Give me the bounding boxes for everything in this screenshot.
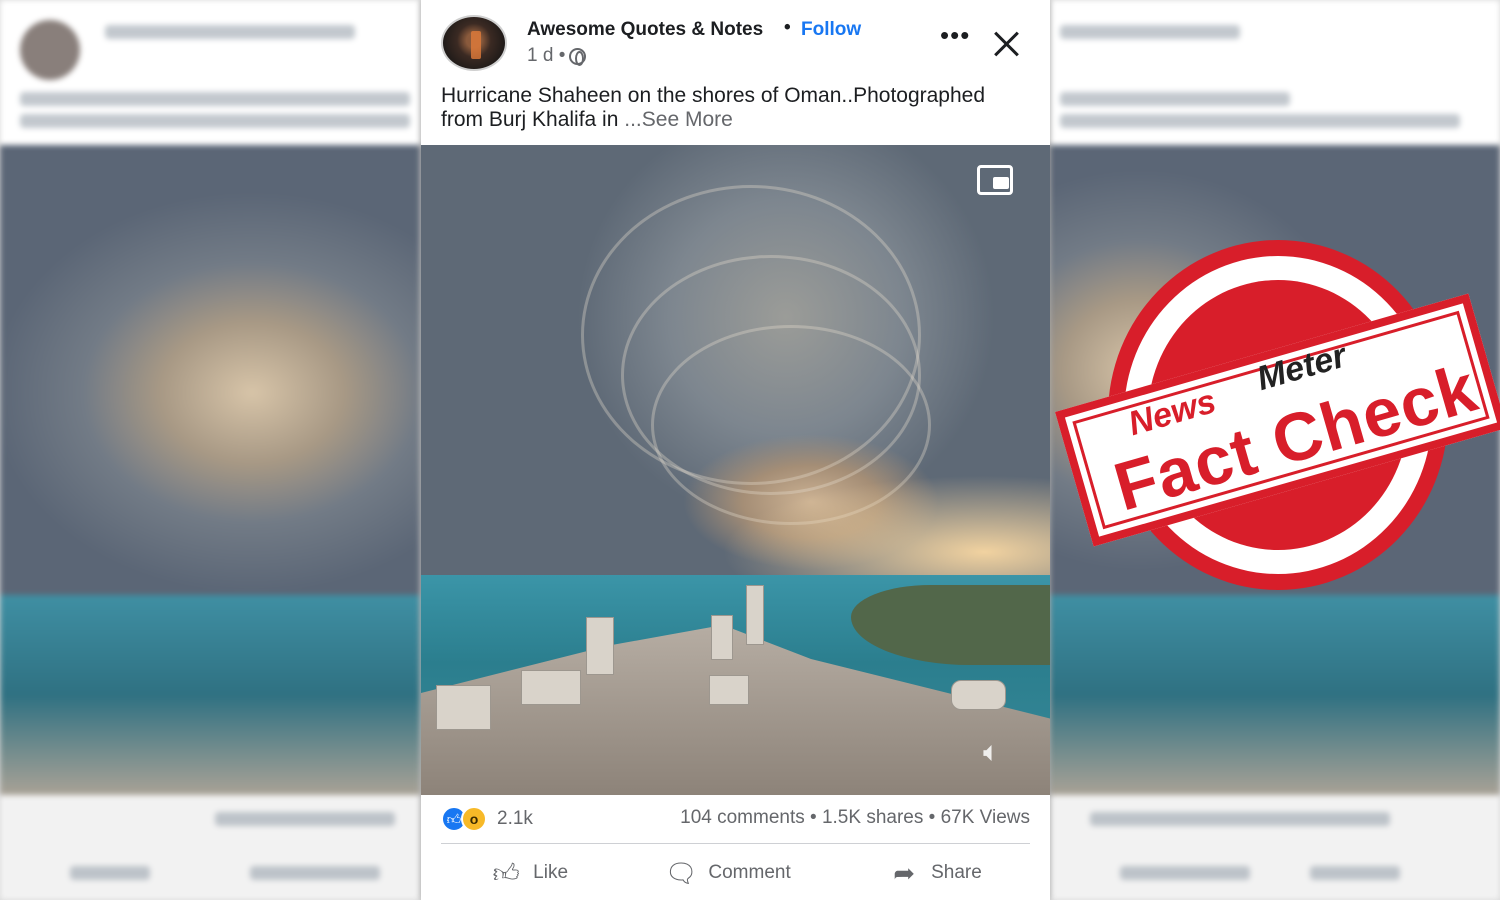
post-video[interactable]: 🔈︎ (421, 145, 1050, 795)
share-label: Share (931, 862, 982, 883)
comment-button[interactable]: 🗨︎ Comment (664, 857, 791, 889)
header-separator: • (784, 17, 791, 38)
post-caption: Hurricane Shaheen on the shores of Oman.… (441, 84, 1031, 132)
divider (441, 843, 1030, 844)
like-button[interactable]: 👍︎ Like (489, 858, 568, 889)
wow-reaction-icon: o (461, 806, 487, 832)
close-icon[interactable] (993, 30, 1021, 58)
share-arrow-icon: ➦ (893, 857, 915, 888)
speaker-icon[interactable]: 🔈︎ (983, 737, 1017, 767)
post-meta: 1 d • (527, 45, 587, 67)
thumbs-up-icon: 👍︎ (492, 857, 520, 888)
comment-bubble-icon: 🗨︎ (664, 857, 698, 888)
blurred-background-left (0, 0, 420, 900)
fact-check-stamp: News Meter Fact Check (1055, 240, 1500, 590)
picture-in-picture-icon[interactable] (977, 165, 1013, 195)
see-more-link[interactable]: ...See More (624, 108, 733, 131)
post-time[interactable]: 1 d • (527, 45, 565, 67)
post-actions: 👍︎ Like 🗨︎ Comment ➦ Share (441, 850, 1030, 896)
reactions-summary[interactable]: 👍︎ o 2.1k (441, 806, 533, 832)
page-avatar[interactable] (441, 15, 507, 71)
engagement-stats[interactable]: 104 comments • 1.5K shares • 67K Views (680, 807, 1030, 829)
globe-icon (569, 47, 587, 66)
follow-button[interactable]: Follow (801, 19, 861, 41)
more-options-icon[interactable]: ••• (940, 22, 970, 50)
page-name-link[interactable]: Awesome Quotes & Notes (527, 19, 763, 41)
like-label: Like (533, 862, 569, 883)
post-card: Awesome Quotes & Notes • Follow 1 d • ••… (421, 0, 1050, 900)
comment-label: Comment (708, 862, 791, 883)
screenshot-stage: Awesome Quotes & Notes • Follow 1 d • ••… (0, 0, 1500, 900)
reaction-count: 2.1k (497, 808, 533, 829)
share-button[interactable]: ➦ Share (887, 858, 982, 889)
